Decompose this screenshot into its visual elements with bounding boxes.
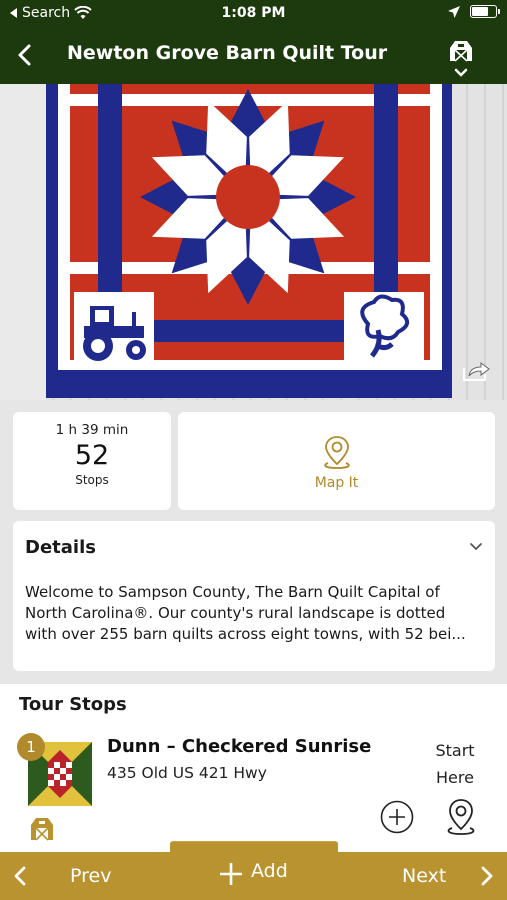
- details-line: North Carolina®. Our county's rural land…: [25, 604, 446, 622]
- tour-stops-section: Tour Stops 1 Dunn – Checkered Sunrise 43…: [0, 684, 507, 852]
- stop-map-button[interactable]: [444, 798, 478, 836]
- location-arrow-icon: [448, 5, 460, 18]
- bottom-toolbar: Prev Add Next: [0, 841, 507, 900]
- chevron-down-icon: [454, 68, 468, 77]
- stop-count: 52: [74, 440, 110, 471]
- clock: 1:08 PM: [221, 5, 286, 21]
- prev-button[interactable]: Prev: [0, 852, 150, 900]
- barn-icon: [31, 818, 53, 841]
- barn-quilt-image: [0, 84, 507, 400]
- back-button[interactable]: [10, 40, 40, 70]
- map-it-label: Map It: [314, 475, 359, 491]
- plus-circle-icon: [380, 800, 414, 834]
- start-here-label: Start Here: [420, 737, 490, 791]
- next-button[interactable]: Next: [357, 852, 507, 900]
- stop-name[interactable]: Dunn – Checkered Sunrise: [107, 736, 371, 757]
- tour-duration: 1 h 39 min: [55, 422, 129, 438]
- details-card: Details Welcome to Sampson County, The B…: [13, 521, 495, 671]
- barn-menu-button[interactable]: [446, 38, 476, 80]
- map-pin-icon: [323, 436, 350, 469]
- barn-icon: [450, 41, 472, 62]
- tour-stops-heading: Tour Stops: [19, 694, 127, 715]
- share-button[interactable]: [461, 360, 491, 382]
- chevron-down-icon: [470, 543, 482, 551]
- tour-stats-card: 1 h 39 min 52 Stops: [13, 412, 171, 510]
- barn-quilt-photo: [0, 84, 507, 400]
- start-label: Start: [435, 741, 475, 760]
- nav-bar: Newton Grove Barn Quilt Tour: [0, 28, 507, 84]
- map-it-button[interactable]: Map It: [178, 412, 495, 510]
- plus-icon: [220, 863, 242, 885]
- details-description: Welcome to Sampson County, The Barn Quil…: [25, 582, 491, 645]
- share-icon: [463, 362, 490, 381]
- chevron-left-icon: [14, 866, 26, 886]
- map-pin-icon: [447, 799, 475, 835]
- stop-number-badge: 1: [17, 733, 45, 761]
- chevron-left-icon: [18, 44, 31, 66]
- here-label: Here: [436, 768, 474, 787]
- barn-stop-marker: [29, 815, 55, 841]
- details-line: Welcome to Sampson County, The Barn Quil…: [25, 583, 440, 601]
- next-label: Next: [402, 865, 447, 887]
- stop-address: 435 Old US 421 Hwy: [107, 764, 267, 782]
- stop-count-label: Stops: [75, 473, 109, 487]
- status-bar: Search 1:08 PM: [0, 0, 507, 28]
- details-expand-button[interactable]: [469, 539, 483, 553]
- page-title: Newton Grove Barn Quilt Tour: [67, 42, 388, 64]
- details-heading: Details: [25, 537, 96, 558]
- add-label: Add: [251, 860, 288, 882]
- add-stop-button[interactable]: [380, 800, 414, 834]
- prev-label: Prev: [70, 865, 112, 887]
- add-button[interactable]: Add: [170, 841, 338, 900]
- details-line: with over 255 barn quilts across eight t…: [25, 625, 466, 643]
- chevron-right-icon: [481, 866, 493, 886]
- battery-icon: [470, 5, 500, 18]
